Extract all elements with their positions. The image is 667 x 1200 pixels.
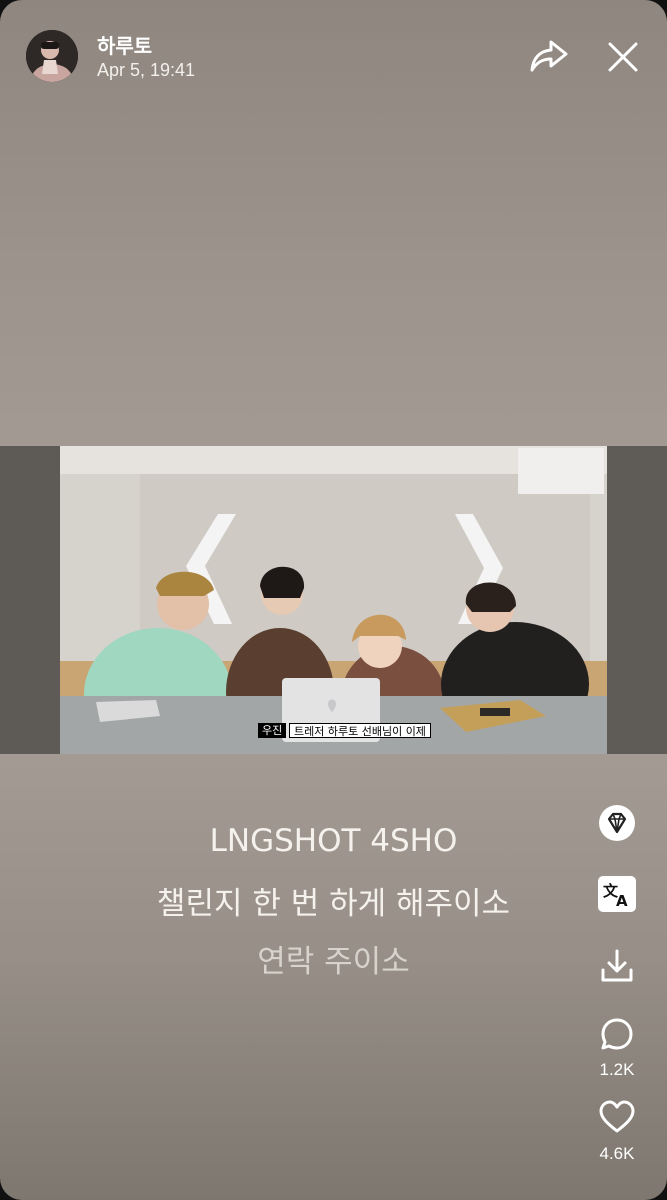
avatar[interactable] [26, 30, 78, 82]
username[interactable]: 하루토 [97, 30, 152, 59]
comment-icon[interactable] [599, 1016, 635, 1052]
translate-icon[interactable]: 文 A [598, 876, 636, 912]
heart-icon[interactable] [598, 1100, 636, 1134]
close-icon[interactable] [604, 38, 642, 76]
video-frame[interactable] [0, 446, 667, 754]
caption-line-1: LNGSHOT 4SHO [209, 823, 458, 859]
subtitle-text: 트레저 하루토 선배님이 이제 [289, 723, 431, 738]
subtitle-speaker: 우진 [258, 723, 287, 738]
comment-count: 1.2K [599, 1060, 635, 1079]
download-icon[interactable] [599, 948, 635, 984]
share-arrow-icon[interactable] [529, 38, 569, 74]
like-count: 4.6K [599, 1144, 635, 1163]
caption-line-2: 챌린지 한 번 하게 해주이소 [156, 886, 511, 922]
svg-text:A: A [616, 892, 628, 910]
diamond-icon[interactable] [598, 804, 636, 842]
caption-line-3: 연락 주이소 [257, 944, 410, 980]
story-viewer: 하루토 Apr 5, 19:41 우진 트레저 하루토 선배님이 이제 LNGS… [0, 0, 667, 1200]
post-timestamp: Apr 5, 19:41 [97, 60, 196, 80]
